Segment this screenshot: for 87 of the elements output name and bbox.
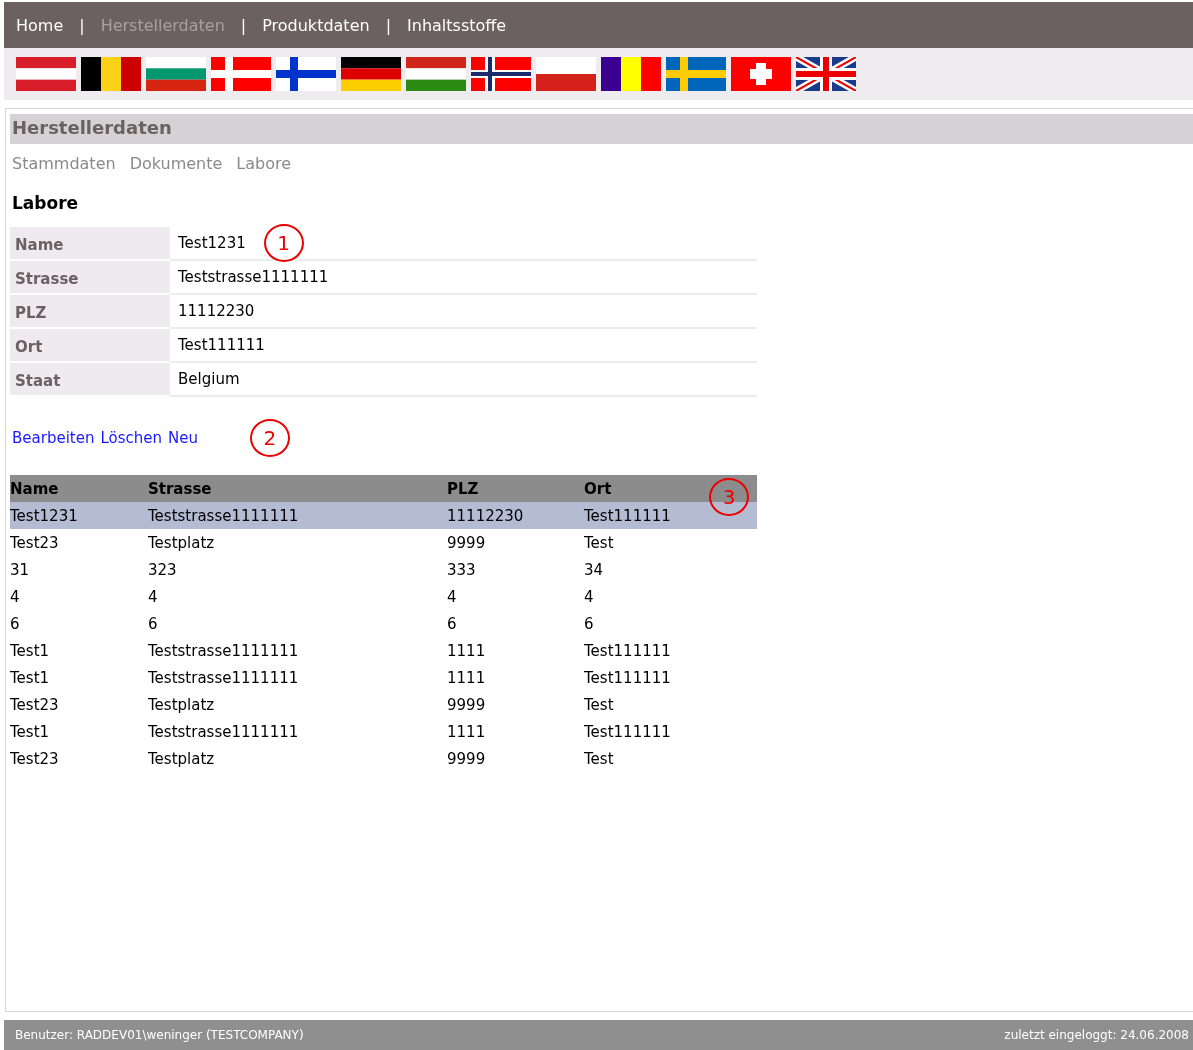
- table-cell: Teststrasse1111111: [148, 668, 299, 687]
- field-value-text: 11112230: [178, 302, 255, 320]
- table-cell: Test1231: [10, 506, 78, 525]
- flag-icon[interactable]: [341, 57, 401, 91]
- nav-link[interactable]: Inhaltsstoffe: [407, 15, 507, 35]
- table-cell: 1111: [447, 722, 486, 741]
- table-cell: 11112230: [447, 506, 524, 525]
- table-cell: 6: [584, 614, 594, 633]
- table-row[interactable]: Test1 Teststrasse1111111 1111 Test111111: [10, 664, 757, 691]
- table-row[interactable]: Test1 Teststrasse1111111 1111 Test111111: [10, 637, 757, 664]
- annotation-marker: 1: [263, 224, 304, 262]
- flag-icon[interactable]: [796, 57, 856, 91]
- table-row[interactable]: Test23 Testplatz 9999 Test: [10, 691, 757, 718]
- table-cell: 4: [148, 587, 158, 606]
- annotation-marker: 2: [249, 419, 290, 457]
- table-cell: 9999: [447, 749, 486, 768]
- column-header: PLZ: [447, 479, 479, 498]
- annotation-marker: 3: [709, 478, 749, 516]
- table-cell: 4: [447, 587, 457, 606]
- nav-link[interactable]: Home: [16, 15, 64, 35]
- table-row[interactable]: Test1 Teststrasse1111111 1111 Test111111: [10, 718, 757, 745]
- column-header: Strasse: [148, 479, 212, 498]
- table-cell: 1111: [447, 641, 486, 660]
- column-header: Name: [10, 479, 59, 498]
- table-cell: Test1: [10, 722, 50, 741]
- table-cell: 4: [10, 587, 20, 606]
- table-cell: Teststrasse1111111: [148, 722, 299, 741]
- nav-separator: |: [79, 15, 85, 35]
- table-cell: Test23: [10, 749, 59, 768]
- subnav-link[interactable]: Dokumente: [129, 154, 223, 173]
- action-link[interactable]: Bearbeiten: [12, 429, 95, 447]
- table-cell: 323: [148, 560, 177, 579]
- nav-link[interactable]: Produktdaten: [262, 15, 370, 35]
- table-cell: Testplatz: [148, 695, 215, 714]
- table-cell: 34: [584, 560, 604, 579]
- table-cell: Test: [584, 749, 614, 768]
- table-cell: Test111111: [584, 641, 671, 660]
- table-row[interactable]: 31 323 333 34: [10, 556, 757, 583]
- section-title: Herstellerdaten: [10, 114, 1193, 144]
- table-row[interactable]: Test23 Testplatz 9999 Test: [10, 745, 757, 772]
- table-cell: 6: [447, 614, 457, 633]
- subnav-link[interactable]: Labore: [236, 154, 292, 173]
- table-cell: Teststrasse1111111: [148, 506, 299, 525]
- field-value-text: Teststrasse1111111: [178, 268, 329, 286]
- table-cell: Test1: [10, 641, 50, 660]
- field-value-text: Test1231: [178, 234, 246, 252]
- table-cell: Test23: [10, 533, 59, 552]
- table-cell: 31: [10, 560, 30, 579]
- action-link[interactable]: Löschen: [100, 429, 162, 447]
- nav-separator: |: [385, 15, 391, 35]
- table-cell: Test: [584, 533, 614, 552]
- field-label: Name: [10, 227, 170, 261]
- flag-icon[interactable]: [601, 57, 661, 91]
- table-cell: Test: [584, 695, 614, 714]
- field-value-text: Test111111: [178, 336, 265, 354]
- table-cell: 9999: [447, 533, 486, 552]
- flag-icon[interactable]: [471, 57, 531, 91]
- table-cell: 6: [148, 614, 158, 633]
- table-cell: Test111111: [584, 668, 671, 687]
- table-cell: Test111111: [584, 722, 671, 741]
- table-cell: Testplatz: [148, 533, 215, 552]
- table-cell: 1111: [447, 668, 486, 687]
- table-cell: Test23: [10, 695, 59, 714]
- table-row[interactable]: Test23 Testplatz 9999 Test: [10, 529, 757, 556]
- user-info: Benutzer: RADDEV01\weninger (TESTCOMPANY): [15, 1028, 304, 1042]
- last-login: zuletzt eingeloggt: 24.06.2008: [1004, 1028, 1189, 1042]
- field-label: PLZ: [10, 295, 170, 329]
- table-row[interactable]: 6 6 6 6: [10, 610, 757, 637]
- table-row[interactable]: 4 4 4 4: [10, 583, 757, 610]
- field-value-text: Belgium: [178, 370, 240, 388]
- table-cell: 9999: [447, 695, 486, 714]
- page-heading: Labore: [11, 192, 80, 215]
- flag-icon[interactable]: [81, 57, 141, 91]
- table-cell: Teststrasse1111111: [148, 641, 299, 660]
- table-cell: 6: [10, 614, 20, 633]
- action-link[interactable]: Neu: [168, 429, 198, 447]
- field-label: Ort: [10, 329, 170, 363]
- table-cell: Testplatz: [148, 749, 215, 768]
- table-cell: Test111111: [584, 506, 671, 525]
- field-label: Strasse: [10, 261, 170, 295]
- nav-separator: |: [240, 15, 247, 35]
- table-cell: 4: [584, 587, 594, 606]
- flag-icon[interactable]: [276, 57, 336, 91]
- column-header: Ort: [584, 479, 612, 498]
- table-cell: 333: [447, 560, 476, 579]
- table-cell: Test1: [10, 668, 50, 687]
- field-label: Staat: [10, 363, 170, 397]
